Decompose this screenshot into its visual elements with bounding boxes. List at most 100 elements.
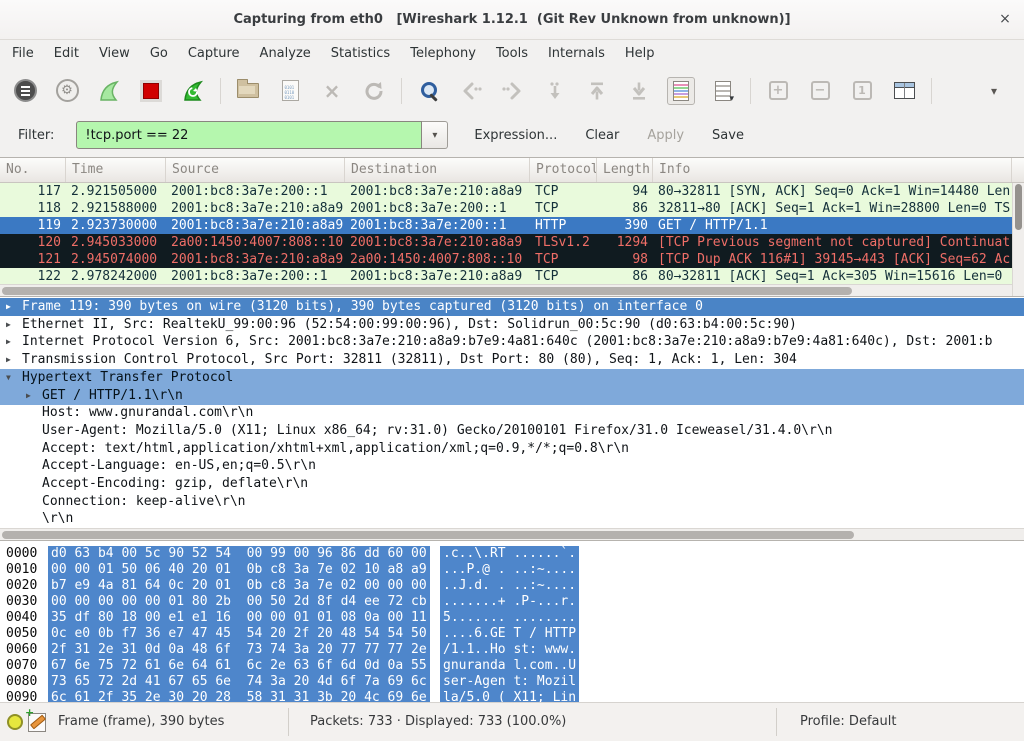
expand-toggle-icon[interactable]: ▶ — [6, 333, 11, 351]
close-window-button[interactable]: × — [994, 0, 1016, 39]
go-back-button[interactable] — [457, 77, 485, 105]
detail-row[interactable]: Accept: text/html,application/xhtml+xml,… — [0, 440, 1024, 458]
hex-bytes: 73 65 72 2d 41 67 65 6e 74 3a 20 4d 6f 7… — [48, 674, 430, 690]
scrollbar-thumb[interactable] — [1015, 184, 1022, 230]
detail-row[interactable]: ▶Internet Protocol Version 6, Src: 2001:… — [0, 333, 1024, 351]
resize-columns-button[interactable] — [890, 77, 918, 105]
zoom-in-button[interactable]: + — [764, 77, 792, 105]
detail-row[interactable]: Host: www.gnurandal.com\r\n — [0, 404, 1024, 422]
menu-tools[interactable]: Tools — [486, 40, 538, 68]
detail-row[interactable]: Connection: keep-alive\r\n — [0, 493, 1024, 511]
save-button[interactable]: Save — [710, 128, 746, 143]
hex-row[interactable]: 00500c e0 0b f7 36 e7 47 45 54 20 2f 20 … — [0, 626, 1024, 642]
menu-file[interactable]: File — [2, 40, 44, 68]
capture-stop-button[interactable] — [137, 77, 165, 105]
hex-row[interactable]: 004035 df 80 18 00 e1 e1 16 00 00 01 01 … — [0, 610, 1024, 626]
detail-row[interactable]: User-Agent: Mozilla/5.0 (X11; Linux x86_… — [0, 422, 1024, 440]
packet-row-121[interactable]: 1212.9450740002001:bc8:3a7e:210:a8a92a00… — [0, 251, 1012, 268]
hex-row[interactable]: 001000 00 01 50 06 40 20 01 0b c8 3a 7e … — [0, 562, 1024, 578]
hex-offset: 0030 — [6, 594, 37, 610]
zoom-normal-button[interactable]: 1 — [848, 77, 876, 105]
cell-length: 94 — [597, 183, 653, 200]
hex-offset: 0080 — [6, 674, 37, 690]
detail-row[interactable]: ▶Transmission Control Protocol, Src Port… — [0, 351, 1024, 369]
hex-row[interactable]: 0080 73 65 72 2d 41 67 65 6e 74 3a 20 4d … — [0, 674, 1024, 690]
packet-row-122[interactable]: 1222.9782420002001:bc8:3a7e:200::12001:b… — [0, 268, 1012, 285]
collapse-toggle-icon[interactable]: ▼ — [6, 369, 11, 387]
scrollbar-thumb[interactable] — [2, 287, 852, 295]
column-header-source[interactable]: Source — [166, 158, 345, 182]
go-to-bottom-button[interactable] — [625, 77, 653, 105]
menu-analyze[interactable]: Analyze — [250, 40, 321, 68]
column-header-time[interactable]: Time — [66, 158, 166, 182]
clear-button[interactable]: Clear — [583, 128, 621, 143]
toolbar-overflow-button[interactable]: ▾ — [980, 77, 1008, 105]
scrollbar-thumb[interactable] — [2, 531, 854, 539]
menu-view[interactable]: View — [89, 40, 140, 68]
menu-help[interactable]: Help — [615, 40, 665, 68]
interface-list-button[interactable] — [11, 77, 39, 105]
menu-telephony[interactable]: Telephony — [400, 40, 486, 68]
detail-row[interactable]: Accept-Language: en-US,en;q=0.5\r\n — [0, 457, 1024, 475]
menu-go[interactable]: Go — [140, 40, 178, 68]
column-header-destination[interactable]: Destination — [345, 158, 530, 182]
hex-offset: 0060 — [6, 642, 37, 658]
find-packet-button[interactable] — [415, 77, 443, 105]
detail-row[interactable]: ▶Ethernet II, Src: RealtekU_99:00:96 (52… — [0, 316, 1024, 334]
detail-row[interactable]: \r\n — [0, 510, 1024, 528]
hex-offset: 0020 — [6, 578, 37, 594]
go-to-top-button[interactable] — [583, 77, 611, 105]
close-file-button[interactable]: × — [318, 77, 346, 105]
expand-toggle-icon[interactable]: ▶ — [26, 387, 31, 405]
expert-info-icon[interactable] — [7, 714, 23, 730]
auto-scroll-button[interactable]: ▾ — [709, 77, 737, 105]
go-forward-button[interactable] — [499, 77, 527, 105]
capture-start-button[interactable] — [95, 77, 123, 105]
hex-row[interactable]: 007067 6e 75 72 61 6e 64 61 6c 2e 63 6f … — [0, 658, 1024, 674]
details-horizontal-scrollbar[interactable] — [0, 528, 1024, 540]
packet-row-117[interactable]: 1172.9215050002001:bc8:3a7e:200::12001:b… — [0, 183, 1012, 200]
expand-toggle-icon[interactable]: ▶ — [6, 351, 11, 369]
packet-list-horizontal-scrollbar[interactable] — [0, 284, 1012, 296]
detail-row[interactable]: ▶GET / HTTP/1.1\r\n — [0, 387, 1024, 405]
cell-protocol: HTTP — [530, 217, 597, 234]
hex-row[interactable]: 0020b7 e9 4a 81 64 0c 20 01 0b c8 3a 7e … — [0, 578, 1024, 594]
capture-options-button[interactable]: ⚙ — [53, 77, 81, 105]
hex-offset: 0050 — [6, 626, 37, 642]
expand-toggle-icon[interactable]: ▶ — [6, 316, 11, 334]
filter-dropdown-button[interactable]: ▾ — [422, 121, 448, 149]
detail-row[interactable]: ▶Frame 119: 390 bytes on wire (3120 bits… — [0, 298, 1024, 316]
column-header-no[interactable]: No. — [0, 158, 66, 182]
status-profile[interactable]: Profile: Default — [800, 703, 896, 741]
column-header-protocol[interactable]: Protocol — [530, 158, 597, 182]
menu-edit[interactable]: Edit — [44, 40, 89, 68]
packet-row-119[interactable]: 1192.9237300002001:bc8:3a7e:210:a8a92001… — [0, 217, 1012, 234]
expression-button[interactable]: Expression... — [472, 128, 559, 143]
detail-row[interactable]: Accept-Encoding: gzip, deflate\r\n — [0, 475, 1024, 493]
interface-list-icon — [14, 79, 37, 102]
column-header-length[interactable]: Length — [597, 158, 653, 182]
capture-comment-icon[interactable] — [28, 713, 46, 732]
capture-restart-button[interactable] — [179, 77, 207, 105]
menu-capture[interactable]: Capture — [178, 40, 250, 68]
hex-row[interactable]: 00602f 31 2e 31 0d 0a 48 6f 73 74 3a 20 … — [0, 642, 1024, 658]
hex-row[interactable]: 0000d0 63 b4 00 5c 90 52 54 00 99 00 96 … — [0, 546, 1024, 562]
menu-statistics[interactable]: Statistics — [321, 40, 400, 68]
hex-row[interactable]: 00906c 61 2f 35 2e 30 20 28 58 31 31 3b … — [0, 690, 1024, 702]
zoom-out-button[interactable]: − — [806, 77, 834, 105]
filter-input[interactable] — [76, 121, 422, 149]
detail-row[interactable]: ▼Hypertext Transfer Protocol — [0, 369, 1024, 387]
detail-text: Accept: text/html,application/xhtml+xml,… — [42, 440, 629, 458]
save-file-button[interactable] — [276, 77, 304, 105]
packet-list-vertical-scrollbar[interactable] — [1012, 183, 1024, 297]
column-header-info[interactable]: Info — [653, 158, 1012, 182]
open-file-button[interactable] — [234, 77, 262, 105]
packet-row-120[interactable]: 1202.9450330002a00:1450:4007:808::102001… — [0, 234, 1012, 251]
packet-row-118[interactable]: 1182.9215880002001:bc8:3a7e:210:a8a92001… — [0, 200, 1012, 217]
menu-internals[interactable]: Internals — [538, 40, 615, 68]
reload-button[interactable] — [360, 77, 388, 105]
colorize-button[interactable] — [667, 77, 695, 105]
go-to-packet-button[interactable] — [541, 77, 569, 105]
hex-row[interactable]: 003000 00 00 00 00 01 80 2b 00 50 2d 8f … — [0, 594, 1024, 610]
expand-toggle-icon[interactable]: ▶ — [6, 298, 11, 316]
